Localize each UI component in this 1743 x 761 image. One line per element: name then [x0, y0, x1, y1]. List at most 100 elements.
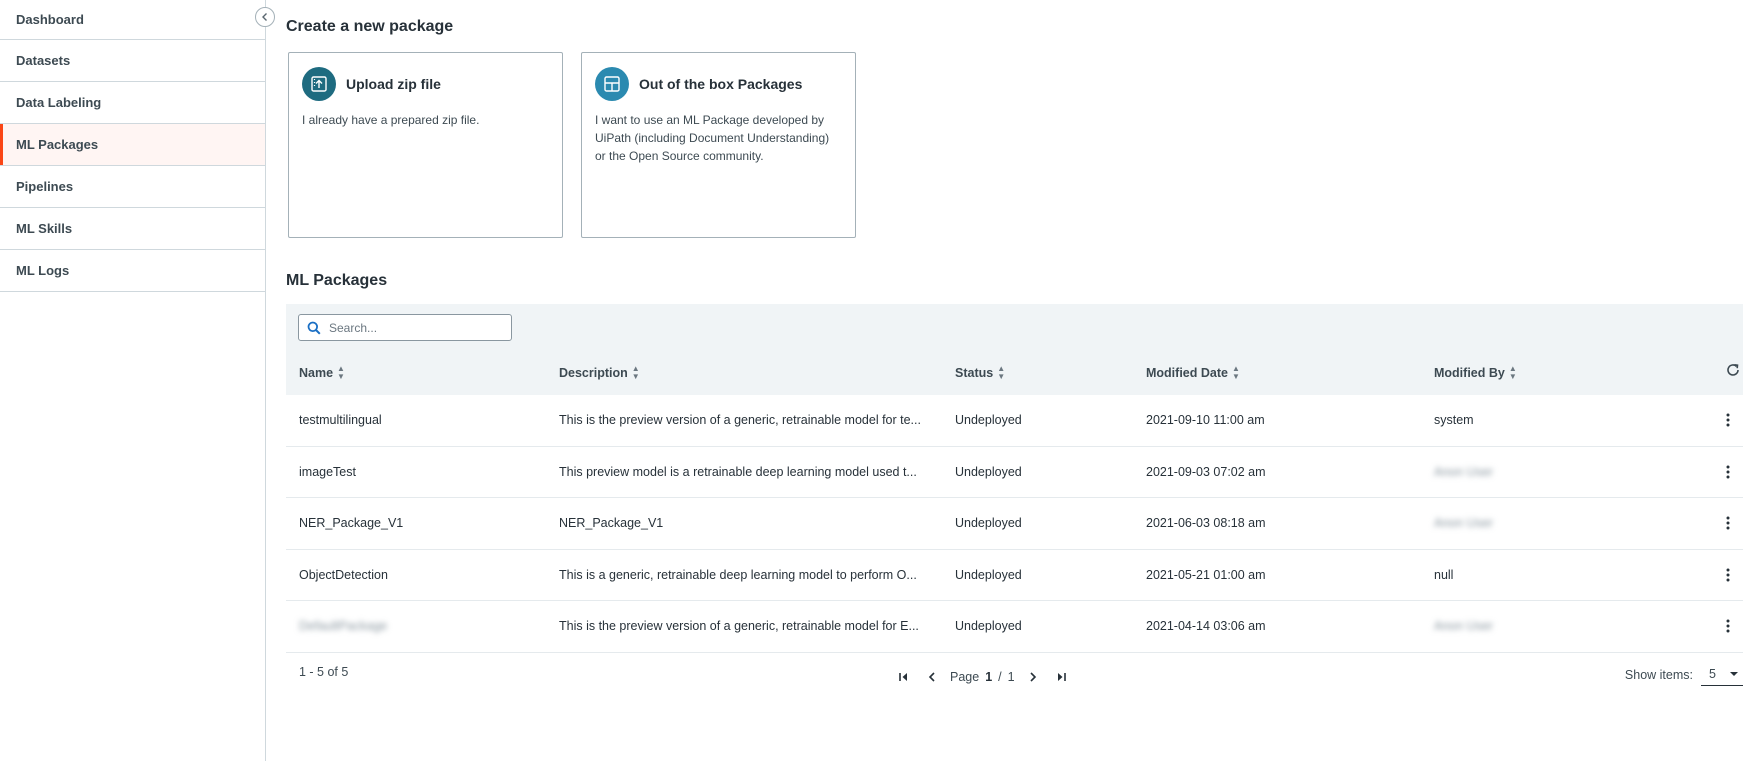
- page-size-select[interactable]: 5: [1701, 664, 1743, 686]
- more-vertical-icon: [1726, 516, 1730, 530]
- chevron-left-icon: [262, 13, 267, 21]
- cell-modified-date: 2021-09-10 11:00 am: [1146, 413, 1265, 428]
- cell-status: Undeployed: [955, 516, 1022, 531]
- last-page-button[interactable]: [1051, 667, 1071, 687]
- total-pages: 1: [1007, 669, 1015, 684]
- column-header-modified-date[interactable]: Modified Date ▲ ▼: [1146, 365, 1240, 381]
- upload-zip-description: I already have a prepared zip file.: [302, 113, 480, 127]
- sort-icon: ▲ ▼: [997, 364, 1006, 381]
- sidebar-item-data-labeling[interactable]: Data Labeling: [0, 82, 265, 124]
- sort-icon: ▲ ▼: [1508, 364, 1517, 381]
- cell-description: NER_Package_V1: [559, 516, 664, 530]
- page-separator: /: [998, 669, 1002, 684]
- table-row[interactable]: NER_Package_V1 NER_Package_V1 Undeployed…: [286, 498, 1743, 550]
- cell-description: This is a generic, retrainable deep lear…: [559, 567, 917, 582]
- sidebar-item-pipelines[interactable]: Pipelines: [0, 166, 265, 208]
- cell-description: This preview model is a retrainable deep…: [559, 464, 917, 479]
- cell-modified-date: 2021-04-14 03:06 am: [1146, 619, 1266, 634]
- first-page-button[interactable]: [894, 667, 914, 687]
- column-header-label: Status: [955, 366, 994, 380]
- cell-modified-by: null: [1434, 567, 1454, 582]
- cell-status: Undeployed: [955, 413, 1022, 428]
- table-row[interactable]: imageTest This preview model is a retrai…: [286, 447, 1743, 498]
- chevron-right-icon: [1030, 671, 1036, 682]
- page-word: Page: [950, 669, 980, 684]
- more-vertical-icon: [1726, 413, 1730, 427]
- table-row[interactable]: DefaultPackage This is the preview versi…: [286, 601, 1743, 653]
- more-vertical-icon: [1726, 619, 1730, 633]
- sidebar-item-label: ML Skills: [16, 221, 73, 236]
- cell-status: Undeployed: [955, 567, 1022, 582]
- column-header-label: Name: [299, 366, 334, 380]
- search-box: [298, 314, 512, 341]
- cell-description: This is the preview version of a generic…: [559, 619, 919, 633]
- packages-table: Name▲▼ Description▲▼ Status▲▼ Modified D…: [286, 304, 1743, 699]
- column-header-label: Modified Date: [1146, 366, 1228, 380]
- column-header-modified-by[interactable]: Modified By ▲ ▼: [1434, 365, 1517, 381]
- column-header-name[interactable]: Name ▲ ▼: [299, 365, 345, 381]
- cell-name: imageTest: [299, 464, 356, 479]
- sidebar-item-ml-packages[interactable]: ML Packages: [0, 124, 265, 166]
- package-layout-icon: [595, 67, 629, 101]
- sidebar-item-label: Dashboard: [16, 12, 84, 27]
- table-row[interactable]: testmultilingual This is the preview ver…: [286, 395, 1743, 447]
- caret-down-icon: [1730, 672, 1738, 676]
- cell-status: Undeployed: [955, 619, 1022, 634]
- cell-modified-date: 2021-06-03 08:18 am: [1146, 516, 1266, 531]
- upload-zip-icon: [302, 67, 336, 101]
- column-header-label: Modified By: [1434, 366, 1505, 380]
- current-page: 1: [985, 669, 993, 684]
- search-icon: [307, 321, 321, 335]
- out-of-box-title: Out of the box Packages: [639, 76, 803, 92]
- search-input[interactable]: [329, 320, 499, 335]
- sidebar-item-datasets[interactable]: Datasets: [0, 40, 265, 82]
- create-package-title: Create a new package: [286, 18, 454, 35]
- upload-zip-card[interactable]: Upload zip file I already have a prepare…: [288, 52, 563, 238]
- cell-modified-date: 2021-05-21 01:00 am: [1146, 567, 1266, 582]
- table-row[interactable]: ObjectDetection This is a generic, retra…: [286, 550, 1743, 601]
- row-more-button[interactable]: [1719, 395, 1737, 446]
- sidebar-item-label: Pipelines: [16, 179, 74, 194]
- sort-icon: ▲ ▼: [337, 364, 345, 381]
- next-page-button[interactable]: [1023, 667, 1043, 687]
- out-of-box-description: I want to use an ML Package developed by…: [595, 113, 830, 163]
- refresh-icon: [1727, 364, 1739, 376]
- sidebar-item-label: Datasets: [16, 53, 71, 68]
- column-header-status[interactable]: Status ▲ ▼: [955, 365, 1005, 381]
- first-page-icon: [899, 672, 907, 681]
- cell-modified-by: Anon User: [1434, 516, 1494, 531]
- page-size-value: 5: [1709, 667, 1716, 681]
- collapse-sidebar-button[interactable]: [255, 7, 275, 27]
- prev-page-button[interactable]: [922, 667, 942, 687]
- cell-name: NER_Package_V1: [299, 516, 404, 531]
- sort-icon: ▲ ▼: [631, 364, 640, 381]
- upload-zip-title: Upload zip file: [346, 76, 441, 92]
- refresh-button[interactable]: [1725, 362, 1741, 383]
- sidebar-item-label: ML Packages: [16, 137, 99, 152]
- show-items-label: Show items:: [1624, 667, 1693, 682]
- row-range-text: 1 - 5 of 5: [299, 664, 349, 679]
- cell-modified-by: Anon User: [1434, 619, 1494, 634]
- more-vertical-icon: [1726, 568, 1730, 582]
- chevron-left-icon: [928, 671, 935, 682]
- cell-status: Undeployed: [955, 464, 1022, 479]
- sort-icon: ▲ ▼: [1231, 364, 1240, 381]
- sidebar-item-dashboard[interactable]: Dashboard: [0, 0, 265, 40]
- table-toolbar: Name▲▼ Description▲▼ Status▲▼ Modified D…: [286, 304, 1743, 395]
- last-page-icon: [1057, 672, 1066, 681]
- out-of-box-card[interactable]: Out of the box Packages I want to use an…: [581, 52, 856, 238]
- row-more-button[interactable]: [1719, 498, 1737, 549]
- show-items: Show items: 5: [1625, 664, 1743, 686]
- column-header-label: Description: [559, 366, 628, 380]
- pagination: Page 1 / 1: [894, 667, 1071, 687]
- sidebar-item-label: ML Logs: [16, 263, 70, 278]
- sidebar-item-ml-skills[interactable]: ML Skills: [0, 208, 265, 250]
- cell-modified-date: 2021-09-03 07:02 am: [1146, 464, 1266, 479]
- row-more-button[interactable]: [1719, 447, 1737, 498]
- row-more-button[interactable]: [1719, 601, 1737, 652]
- sidebar-item-ml-logs[interactable]: ML Logs: [0, 250, 265, 292]
- cell-modified-by: Anon User: [1434, 464, 1494, 479]
- column-header-description[interactable]: Description ▲ ▼: [559, 365, 640, 381]
- sidebar-item-label: Data Labeling: [16, 95, 102, 110]
- row-more-button[interactable]: [1719, 550, 1737, 601]
